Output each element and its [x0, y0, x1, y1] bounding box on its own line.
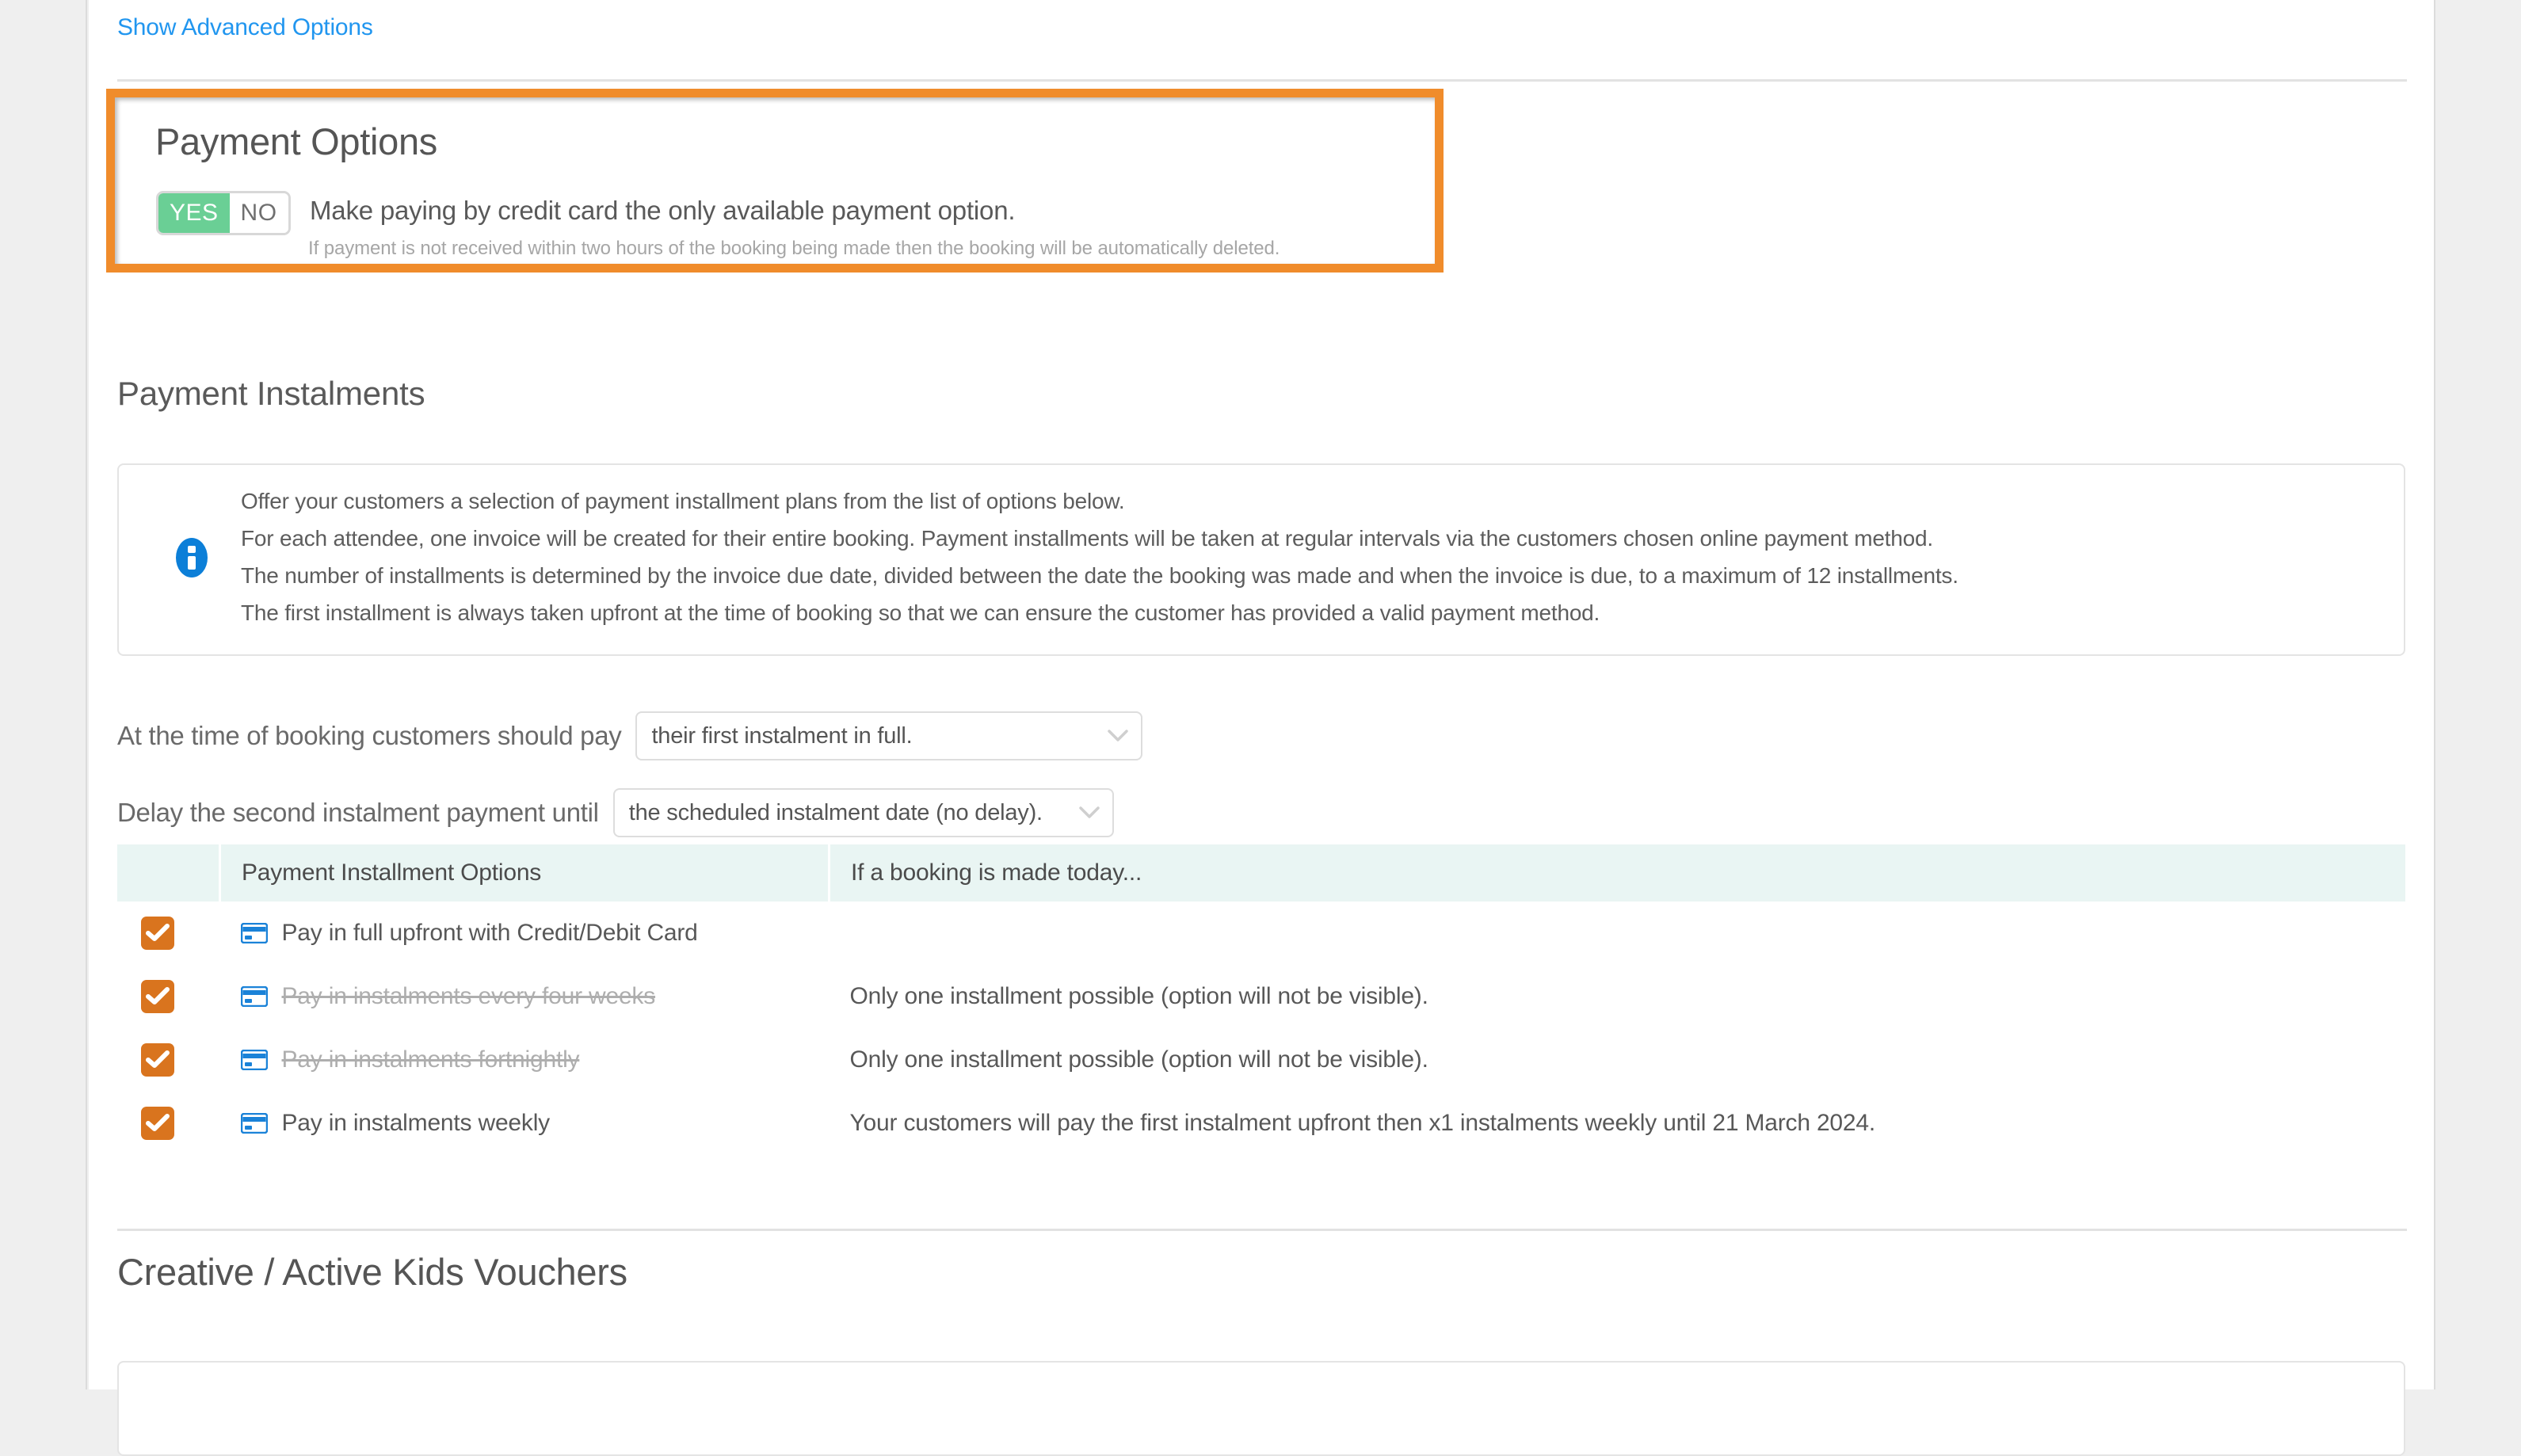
- top-divider: [117, 79, 2407, 82]
- table-header-row: Payment Installment Options If a booking…: [117, 844, 2405, 901]
- payment-instalments-title: Payment Instalments: [117, 375, 425, 412]
- row-option-cell: Pay in instalments fortnightly: [220, 1028, 830, 1092]
- table-row: Pay in full upfront with Credit/Debit Ca…: [117, 901, 2405, 965]
- table-body: Pay in full upfront with Credit/Debit Ca…: [117, 901, 2405, 1155]
- vouchers-box: [117, 1361, 2405, 1456]
- credit-card-icon: [240, 1049, 268, 1071]
- chevron-down-icon: [1108, 729, 1129, 743]
- info-text-lines: Offer your customers a selection of paym…: [241, 482, 1958, 631]
- credit-card-icon: [240, 985, 268, 1008]
- row-message-cell: Only one installment possible (option wi…: [830, 1028, 2406, 1092]
- content-area: Show Advanced Options Payment Options YE…: [89, 0, 2434, 1456]
- credit-card-only-toggle[interactable]: YES NO: [156, 191, 291, 235]
- row-option-cell: Pay in full upfront with Credit/Debit Ca…: [220, 901, 830, 965]
- checkbox-checked-icon[interactable]: [141, 1107, 174, 1140]
- payment-options-inner: Payment Options YES NO Make paying by cr…: [115, 97, 1435, 264]
- info-line-2: For each attendee, one invoice will be c…: [241, 526, 1933, 551]
- delay-second-instalment-row: Delay the second instalment payment unti…: [117, 788, 1114, 837]
- row-option-cell: Pay in instalments weekly: [220, 1092, 830, 1155]
- bottom-divider: [117, 1229, 2407, 1231]
- delay-second-instalment-value: the scheduled instalment date (no delay)…: [628, 799, 1043, 825]
- info-line-1: Offer your customers a selection of paym…: [241, 489, 1125, 513]
- table-row: Pay in instalments fortnightly Only one …: [117, 1028, 2405, 1092]
- row-option-label: Pay in instalments fortnightly: [281, 1046, 580, 1073]
- row-option-cell: Pay in instalments every four weeks: [220, 965, 830, 1028]
- booking-time-payment-label: At the time of booking customers should …: [117, 721, 622, 750]
- credit-card-only-label: Make paying by credit card the only avai…: [310, 196, 1016, 225]
- row-message-text: Your customers will pay the first instal…: [849, 1110, 1876, 1136]
- show-advanced-options-link[interactable]: Show Advanced Options: [117, 14, 373, 41]
- chevron-down-icon: [1078, 806, 1100, 820]
- table-header-message: If a booking is made today...: [828, 844, 2405, 901]
- booking-time-payment-select[interactable]: their first instalment in full.: [635, 711, 1143, 760]
- left-gutter: [0, 0, 87, 1389]
- toggle-yes-option[interactable]: YES: [158, 193, 230, 233]
- table-head: Payment Installment Options If a booking…: [117, 844, 2405, 901]
- row-option-label: Pay in instalments every four weeks: [281, 983, 656, 1009]
- vouchers-title: Creative / Active Kids Vouchers: [117, 1251, 627, 1293]
- info-line-3: The number of installments is determined…: [241, 563, 1958, 588]
- row-message-cell: Only one installment possible (option wi…: [830, 965, 2406, 1028]
- payment-options-title: Payment Options: [155, 120, 438, 162]
- credit-card-icon: [240, 922, 268, 944]
- row-option-label: Pay in instalments weekly: [281, 1110, 551, 1136]
- delay-second-instalment-label: Delay the second instalment payment unti…: [117, 798, 599, 827]
- booking-time-payment-row: At the time of booking customers should …: [117, 711, 1143, 760]
- payment-installment-options-table: Payment Installment Options If a booking…: [117, 844, 2405, 1155]
- row-checkbox-cell: [117, 1092, 220, 1155]
- table-row: Pay in instalments weekly Your customers…: [117, 1092, 2405, 1155]
- payment-options-panel: Payment Options YES NO Make paying by cr…: [106, 89, 1444, 273]
- toggle-no-option[interactable]: NO: [229, 193, 288, 233]
- table-header-options: Payment Installment Options: [219, 844, 830, 901]
- right-gutter: [2434, 0, 2521, 1389]
- row-message-text: Only one installment possible (option wi…: [849, 1046, 1428, 1073]
- row-checkbox-cell: [117, 901, 220, 965]
- delay-second-instalment-select[interactable]: the scheduled instalment date (no delay)…: [612, 788, 1114, 837]
- info-circle-icon: [175, 537, 208, 578]
- table-row: Pay in instalments every four weeks Only…: [117, 965, 2405, 1028]
- table-header-checkbox: [117, 844, 220, 901]
- row-checkbox-cell: [117, 1028, 220, 1092]
- checkbox-checked-icon[interactable]: [141, 1043, 174, 1077]
- booking-time-payment-value: their first instalment in full.: [651, 722, 913, 749]
- credit-card-only-note: If payment is not received within two ho…: [308, 238, 1280, 259]
- row-message-cell: [830, 901, 2406, 965]
- row-message-cell: Your customers will pay the first instal…: [830, 1092, 2406, 1155]
- settings-page: Show Advanced Options Payment Options YE…: [0, 0, 2521, 1456]
- checkbox-checked-icon[interactable]: [141, 980, 174, 1013]
- info-line-4: The first installment is always taken up…: [241, 600, 1600, 625]
- payment-instalments-info-box: Offer your customers a selection of paym…: [117, 463, 2405, 656]
- checkbox-checked-icon[interactable]: [141, 917, 174, 950]
- row-message-text: Only one installment possible (option wi…: [849, 983, 1428, 1009]
- credit-card-icon: [240, 1112, 268, 1134]
- row-option-label: Pay in full upfront with Credit/Debit Ca…: [281, 920, 698, 946]
- row-checkbox-cell: [117, 965, 220, 1028]
